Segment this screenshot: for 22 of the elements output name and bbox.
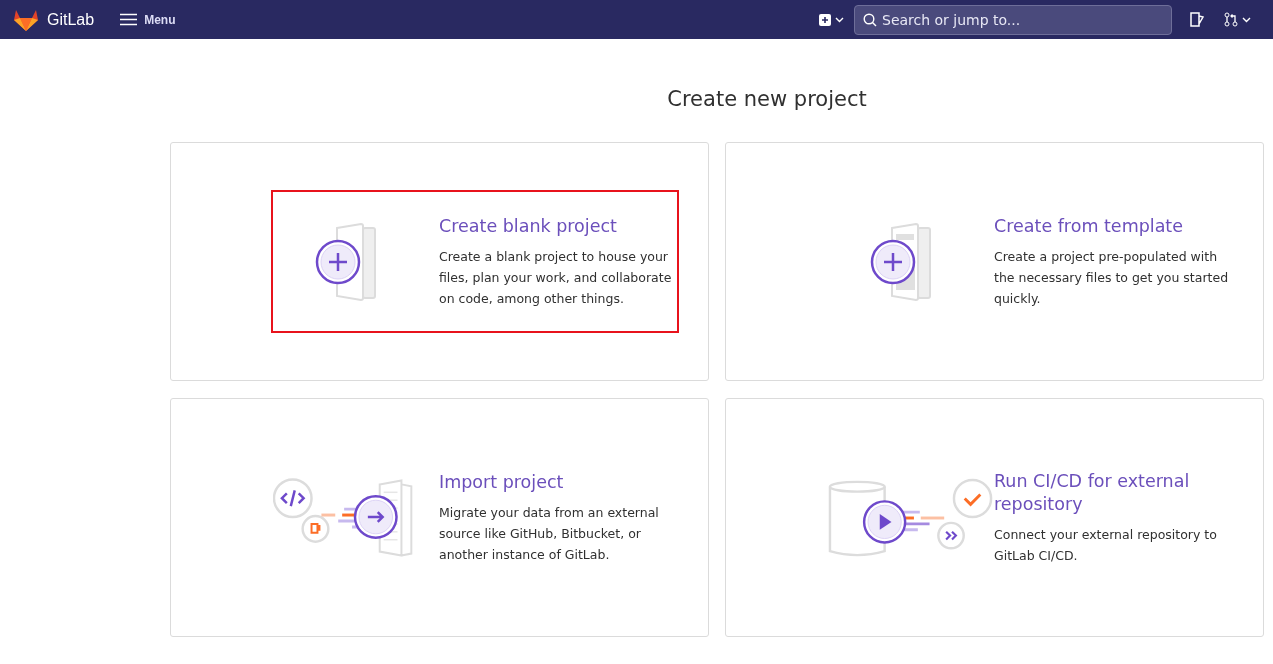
card-title: Run CI/CD for external repository bbox=[994, 469, 1191, 516]
card-description: Connect your external repository to GitLab CI/CD. bbox=[994, 525, 1218, 565]
plus-square-icon bbox=[819, 13, 831, 26]
project-option-card[interactable]: Create from template Create a project pre-populated with the necessary files to get you started quickly. bbox=[725, 142, 1264, 381]
card-title: Create from template bbox=[994, 214, 1184, 238]
card-title: Create blank project bbox=[439, 214, 618, 238]
chevron-down-icon bbox=[835, 16, 844, 23]
card-description: Create a project pre-populated with the necessary files to get you started quickly. bbox=[994, 247, 1230, 308]
project-option-card[interactable]: Run CI/CD for external repository Connect your external repository to GitLab CI/CD. bbox=[725, 398, 1264, 637]
card-title: Import project bbox=[439, 470, 565, 494]
brand-name[interactable]: GitLab bbox=[47, 10, 95, 29]
card-description: Create a blank project to house your files, plan your work, and collaborate on code, among other things. bbox=[439, 247, 673, 308]
document-icon bbox=[1190, 12, 1204, 27]
card-description: Migrate your data from an external source like GitHub, Bitbucket, or another instance of GitLab. bbox=[439, 503, 660, 564]
menu-icon bbox=[120, 13, 138, 26]
chevron-down-icon bbox=[1242, 16, 1251, 23]
merge-request-icon bbox=[1224, 12, 1238, 27]
project-option-card[interactable]: Import project Migrate your data from an external source like GitHub, Bitbucket, or another instance of GitLab. bbox=[170, 398, 709, 637]
project-option-card[interactable]: Create blank project Create a blank project to house your files, plan your work, and collaborate on code, among other things. bbox=[170, 142, 709, 381]
menu-button[interactable]: Menu bbox=[116, 8, 180, 31]
page-title: Create new project bbox=[666, 87, 868, 111]
search-field[interactable]: Search or jump to... bbox=[854, 4, 1172, 35]
